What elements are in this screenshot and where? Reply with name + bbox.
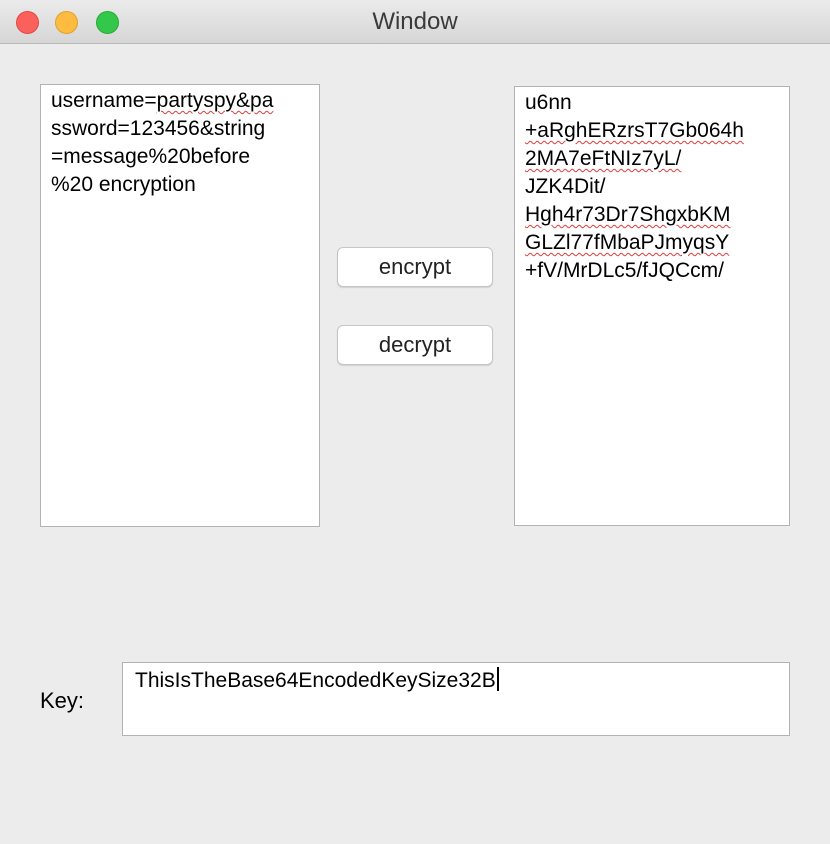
key-label: Key: [40,688,85,713]
ciphertext-line: u6nn [525,91,572,114]
plaintext-area[interactable]: username=partyspy&pa ssword=123456&strin… [40,84,320,527]
ciphertext-line-part: 2MA7eFtNIz7yL/ [525,147,682,170]
ciphertext-line: GLZl77fMbaPJmyqsY [525,229,779,257]
decrypt-button[interactable]: decrypt [337,325,493,365]
ciphertext-line: 2MA7eFtNIz7yL/ [525,145,779,173]
window-title: Window [372,8,458,35]
ciphertext-line: +aRghERzrsT7Gb064h [525,117,779,145]
ciphertext-line-part: GLZl77fMbaPJmyqsY [525,231,730,254]
plaintext-line: %20 encryption [51,173,196,196]
plaintext-line-part: partyspy&pa [156,89,274,112]
plaintext-line: username=partyspy&pa [51,89,274,112]
key-input[interactable]: ThisIsTheBase64EncodedKeySize32B [122,662,790,736]
ciphertext-area[interactable]: u6nn +aRghERzrsT7Gb064h 2MA7eFtNIz7yL/ J… [514,86,790,526]
app-window: Window username=partyspy&pa ssword=12345… [0,0,830,844]
title-bar: Window [0,0,830,44]
text-caret [496,667,499,691]
ciphertext-line-part: +aRghERzrsT7Gb064h [525,119,744,142]
plaintext-line: ssword=123456&string [51,117,266,140]
plaintext-line: =message%20before [51,145,251,168]
ciphertext-line: Hgh4r73Dr7ShgxbKM [525,201,779,229]
ciphertext-line: JZK4Dit/ [525,175,606,198]
key-value: ThisIsTheBase64EncodedKeySize32B [135,669,496,692]
ciphertext-line: +fV/MrDLc5/fJQCcm/ [525,259,724,282]
ciphertext-line-part: Hgh4r73Dr7ShgxbKM [525,203,731,226]
encrypt-button[interactable]: encrypt [337,247,493,287]
